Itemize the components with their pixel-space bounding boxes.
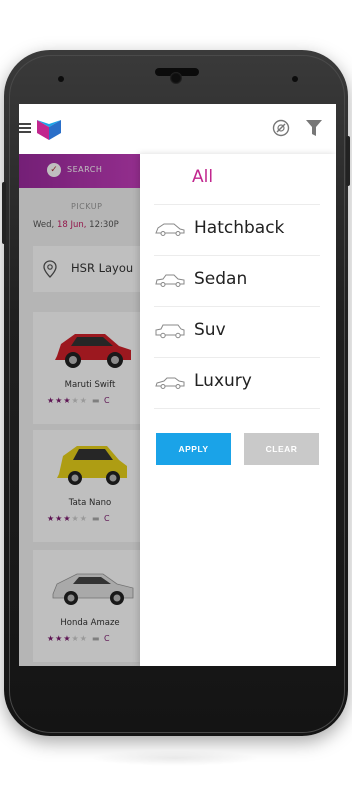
front-camera-icon xyxy=(170,72,182,84)
logo-icon xyxy=(37,120,61,140)
filter-option-label: All xyxy=(192,167,214,187)
filter-option-label: Suv xyxy=(194,320,226,340)
sensor-left xyxy=(58,76,64,82)
filter-option-hatchback[interactable]: Hatchback xyxy=(154,205,320,256)
phone-screen: ✓ SEARCH PICKUP Wed, 18 Jun, 12:30P HSR … xyxy=(19,104,336,666)
clear-button[interactable]: CLEAR xyxy=(244,433,319,465)
phone-shadow xyxy=(90,750,260,766)
filter-option-label: Luxury xyxy=(194,371,252,391)
sensor-right xyxy=(292,76,298,82)
settings-icon[interactable] xyxy=(272,119,290,137)
volume-button xyxy=(2,182,6,244)
power-button xyxy=(346,136,350,186)
filter-option-label: Hatchback xyxy=(194,218,285,238)
filter-option-all[interactable]: All xyxy=(154,154,320,205)
filter-option-luxury[interactable]: Luxury xyxy=(154,358,320,409)
filter-option-sedan[interactable]: Sedan xyxy=(154,256,320,307)
filter-icon[interactable] xyxy=(306,119,322,137)
menu-icon[interactable] xyxy=(19,121,31,135)
filter-option-label: Sedan xyxy=(194,269,248,289)
sedan-icon xyxy=(155,274,185,287)
apply-button[interactable]: APPLY xyxy=(156,433,231,465)
app-bar xyxy=(19,104,336,155)
suv-icon xyxy=(155,324,185,339)
luxury-icon xyxy=(155,377,185,389)
filter-option-suv[interactable]: Suv xyxy=(154,307,320,358)
hatchback-icon xyxy=(155,223,185,236)
filter-panel: All Hatchback Sedan Suv Luxury APPLY CLE… xyxy=(140,154,336,666)
